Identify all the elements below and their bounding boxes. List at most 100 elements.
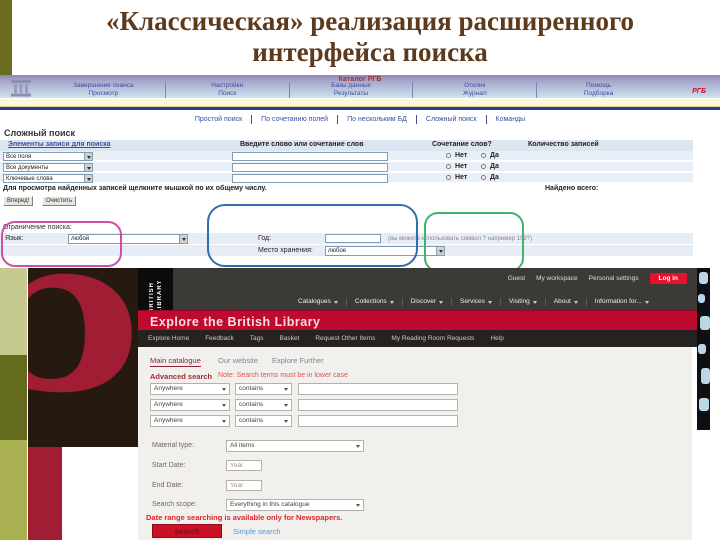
subnav-help[interactable]: Help	[490, 335, 503, 342]
adjacency-yes-radio-1[interactable]	[481, 153, 486, 158]
chevron-down-icon	[573, 300, 578, 306]
adjacency-no-label-3: Нет	[455, 174, 468, 181]
pictogram-icon	[699, 272, 708, 284]
start-date-label: Start Date:	[152, 462, 186, 469]
subnav-reading-room-requests[interactable]: My Reading Room Requests	[391, 335, 474, 342]
tab-multi-field[interactable]: По сочетанию полей	[261, 116, 328, 123]
nav-discover[interactable]: Discover	[403, 297, 452, 306]
nav-visiting-label: Visiting	[508, 298, 530, 305]
pictogram-icon	[698, 344, 706, 354]
field-select-1[interactable]: Все поля	[3, 152, 93, 161]
menu-item-history[interactable]: Журнал	[413, 90, 536, 98]
search-button[interactable]: Search	[152, 524, 222, 538]
bl-user-links: Guest My workspace Personal settings Log…	[508, 273, 687, 284]
header-enter-words: Введите слово или сочетание слов	[240, 141, 364, 148]
rgb-menu-col-2: Настройки Поиск	[166, 82, 290, 98]
adjacency-yes-label-1: Да	[490, 152, 499, 159]
nav-catalogues-label: Catalogues	[298, 298, 331, 305]
menu-item-search[interactable]: Поиск	[166, 90, 289, 98]
menu-item-end-session[interactable]: Завершение сеанса	[42, 82, 165, 90]
bl-term-input-2[interactable]	[298, 399, 458, 411]
nav-visiting[interactable]: Visiting	[501, 297, 546, 306]
bl-term-input-3[interactable]	[298, 415, 458, 427]
subnav-explore-home[interactable]: Explore Home	[148, 335, 189, 342]
slide-title: «Классическая» реализация расширенного и…	[30, 6, 710, 68]
personal-settings-link[interactable]: Personal settings	[589, 275, 639, 282]
field-select-3[interactable]: Ключевые слова	[3, 174, 93, 183]
menu-item-browse[interactable]: Просмотр	[42, 90, 165, 98]
adjacency-no-radio-3[interactable]	[446, 175, 451, 180]
chevron-down-icon	[179, 235, 187, 243]
submit-button[interactable]: Вперед!	[3, 196, 34, 206]
tab-advanced-search[interactable]: Сложный поиск	[426, 116, 477, 123]
subnav-request-other-items[interactable]: Request Other Items	[315, 335, 375, 342]
guest-link[interactable]: Guest	[508, 275, 525, 282]
field-select-3-value: Ключевые слова	[6, 176, 53, 182]
log-in-button[interactable]: Log in	[649, 273, 687, 284]
search-words-input-2[interactable]	[232, 163, 388, 172]
menu-item-selection[interactable]: Подборка	[537, 90, 660, 98]
tab-simple-search[interactable]: Простой поиск	[195, 116, 242, 123]
bl-banner-title: Explore the British Library	[150, 315, 321, 329]
bl-op-select-3-value: contains	[239, 417, 264, 424]
tab-our-website[interactable]: Our website	[218, 356, 258, 365]
nav-collections[interactable]: Collections	[347, 297, 403, 306]
menu-item-results[interactable]: Результаты	[290, 90, 413, 98]
nav-about[interactable]: About	[546, 297, 587, 306]
subnav-feedback[interactable]: Feedback	[205, 335, 234, 342]
menu-item-databases[interactable]: Базы данных	[290, 82, 413, 90]
header-record-elements[interactable]: Элементы записи для поиска	[8, 141, 111, 148]
chevron-down-icon	[356, 504, 360, 509]
nav-collections-label: Collections	[354, 298, 387, 305]
tab-explore-further[interactable]: Explore Further	[272, 356, 324, 365]
search-words-input-1[interactable]	[232, 152, 388, 161]
adjacency-yes-label-3: Да	[490, 174, 499, 181]
search-scope-select[interactable]: Everything in this catalogue	[226, 499, 364, 511]
clear-button[interactable]: Очистить	[42, 196, 77, 206]
nav-information-for[interactable]: Information for...	[587, 298, 657, 306]
menu-item-help[interactable]: Помощь	[537, 82, 660, 90]
field-select-2[interactable]: Все документы	[3, 163, 93, 172]
date-range-note: Date range searching is available only f…	[146, 513, 343, 522]
adjacency-no-radio-2[interactable]	[446, 164, 451, 169]
pictogram-icon	[700, 316, 710, 330]
nav-catalogues[interactable]: Catalogues	[290, 297, 347, 306]
slide: «Классическая» реализация расширенного и…	[0, 0, 720, 540]
subnav-basket[interactable]: Basket	[279, 335, 299, 342]
chevron-down-icon	[389, 300, 394, 306]
subnav-tags[interactable]: Tags	[250, 335, 264, 342]
bl-term-input-1[interactable]	[298, 383, 458, 395]
pictogram-icon	[698, 294, 705, 303]
field-select-2-value: Все документы	[6, 165, 49, 171]
rgb-navy-divider	[0, 107, 720, 110]
end-date-input[interactable]: Year	[226, 480, 262, 491]
material-type-select[interactable]: All items	[226, 440, 364, 452]
bl-op-select-3[interactable]: contains	[235, 415, 292, 427]
bl-op-select-2[interactable]: contains	[235, 399, 292, 411]
bl-field-select-3[interactable]: Anywhere	[150, 415, 230, 427]
material-type-label: Material type:	[152, 442, 195, 449]
search-words-input-3[interactable]	[232, 174, 388, 183]
tab-multi-base[interactable]: По нескольким БД	[347, 116, 407, 123]
nav-services[interactable]: Services	[452, 297, 501, 306]
adjacency-yes-radio-2[interactable]	[481, 164, 486, 169]
bl-field-select-1[interactable]: Anywhere	[150, 383, 230, 395]
menu-item-feedback[interactable]: Отклик	[413, 82, 536, 90]
adjacency-yes-radio-3[interactable]	[481, 175, 486, 180]
my-workspace-link[interactable]: My workspace	[536, 275, 578, 282]
nav-information-for-label: Information for...	[594, 298, 642, 305]
nav-services-label: Services	[459, 298, 485, 305]
simple-search-link[interactable]: Simple search	[233, 527, 281, 536]
adjacency-no-label-1: Нет	[455, 152, 468, 159]
tab-commands[interactable]: Команды	[496, 116, 526, 123]
menu-item-settings[interactable]: Настройки	[166, 82, 289, 90]
chevron-down-icon	[84, 175, 92, 182]
advanced-search-label: Advanced search	[150, 372, 213, 381]
bl-op-select-1[interactable]: contains	[235, 383, 292, 395]
bl-field-select-2[interactable]: Anywhere	[150, 399, 230, 411]
annotation-oval-adjacency	[424, 212, 524, 272]
start-date-input[interactable]: Year	[226, 460, 262, 471]
tab-main-catalogue[interactable]: Main catalogue	[150, 356, 201, 367]
adjacency-yes-label-2: Да	[490, 163, 499, 170]
adjacency-no-radio-1[interactable]	[446, 153, 451, 158]
